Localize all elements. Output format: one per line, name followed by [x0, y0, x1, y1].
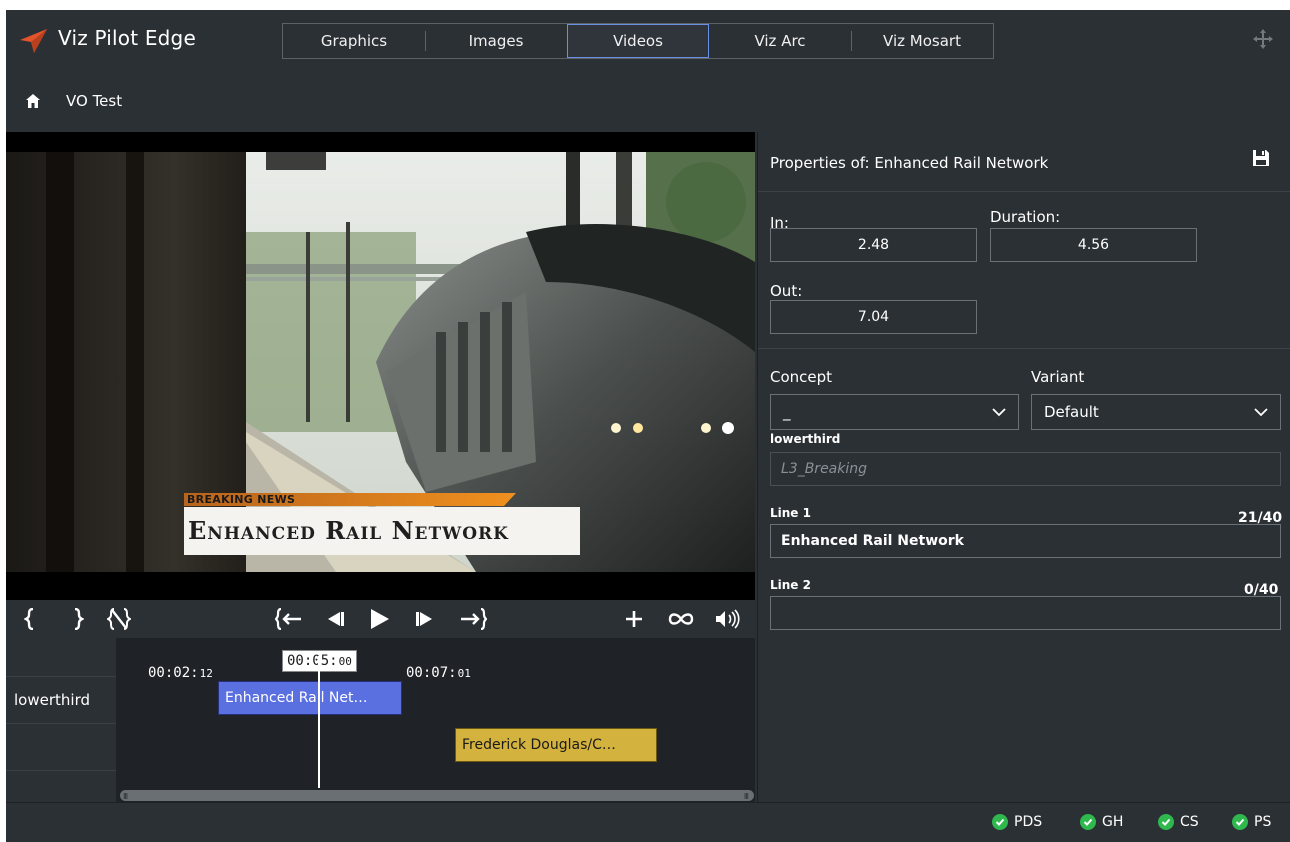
- line2-field[interactable]: [770, 596, 1281, 630]
- status-bar: PDS GH CS PS: [6, 802, 1290, 842]
- app-window: Viz Pilot Edge Graphics Images Videos Vi…: [6, 10, 1290, 842]
- line2-label: Line 2: [770, 578, 811, 592]
- service-cs-label: CS: [1180, 814, 1199, 830]
- check-icon: [1232, 814, 1248, 830]
- play-icon[interactable]: [364, 606, 394, 632]
- check-icon: [1158, 814, 1174, 830]
- track-label-2: [6, 723, 116, 771]
- service-gh-label: GH: [1102, 814, 1124, 830]
- tab-bar: Graphics Images Videos Viz Arc Viz Mosar…: [282, 23, 994, 59]
- service-ps: PS: [1232, 814, 1271, 830]
- tab-viz-mosart[interactable]: Viz Mosart: [851, 24, 993, 58]
- timeline[interactable]: lowerthird 00:02: 12 00:05: 00 00:07: 01 En…: [6, 638, 755, 802]
- in-timecode-time: 00:02:: [148, 665, 199, 681]
- step-back-icon[interactable]: [322, 606, 348, 632]
- variant-select[interactable]: Default: [1031, 394, 1281, 430]
- playhead[interactable]: [318, 656, 320, 792]
- tab-videos[interactable]: Videos: [567, 24, 709, 58]
- out-timecode-frames: 01: [457, 666, 471, 680]
- service-gh: GH: [1080, 814, 1123, 830]
- clip-enhanced-rail-network[interactable]: Enhanced Rail Net…: [218, 681, 402, 715]
- variant-label: Variant: [1031, 368, 1085, 386]
- in-timecode-frames: 12: [199, 666, 213, 680]
- check-icon: [1080, 814, 1096, 830]
- out-field[interactable]: 7.04: [770, 300, 977, 334]
- service-pds: PDS: [992, 814, 1042, 830]
- logo-icon: [20, 29, 47, 53]
- current-timecode-time: 00:05:: [287, 653, 338, 669]
- volume-icon[interactable]: [712, 606, 742, 632]
- app-title: Viz Pilot Edge: [58, 26, 196, 50]
- loop-icon[interactable]: [666, 606, 696, 632]
- line1-label: Line 1: [770, 506, 811, 520]
- chevron-down-icon: [992, 408, 1006, 417]
- tab-graphics[interactable]: Graphics: [283, 24, 425, 58]
- duration-label: Duration:: [990, 208, 1061, 226]
- video-preview[interactable]: BREAKING NEWS Enhanced Rail Network: [6, 132, 755, 600]
- current-timecode-frames: 00: [338, 654, 352, 668]
- duration-field[interactable]: 4.56: [990, 228, 1197, 262]
- track-label-3: [6, 770, 116, 790]
- properties-panel: Properties of: Enhanced Rail Network In:…: [757, 132, 1290, 802]
- timeline-scrollbar[interactable]: III III: [116, 788, 755, 802]
- variant-value: Default: [1044, 403, 1099, 421]
- move-icon[interactable]: [1252, 28, 1274, 50]
- divider: [758, 191, 1290, 192]
- go-to-out-icon[interactable]: [458, 606, 488, 632]
- divider: [758, 348, 1290, 349]
- overlay-kicker: BREAKING NEWS: [187, 493, 296, 506]
- tab-images[interactable]: Images: [425, 24, 567, 58]
- out-timecode: 00:07: 01: [402, 662, 475, 684]
- check-icon: [992, 814, 1008, 830]
- clear-marks-icon[interactable]: [106, 606, 132, 632]
- properties-title: Properties of: Enhanced Rail Network: [770, 154, 1049, 172]
- concept-value: _: [783, 403, 791, 421]
- timeline-scroll-thumb[interactable]: III III: [120, 790, 754, 801]
- grip-left-icon: III: [123, 792, 128, 801]
- overlay-headline: Enhanced Rail Network: [188, 516, 509, 545]
- mark-out-icon[interactable]: [68, 606, 88, 632]
- transport-controls: [6, 600, 755, 638]
- out-timecode-time: 00:07:: [406, 665, 457, 681]
- concept-select[interactable]: _: [770, 394, 1019, 430]
- template-label: lowerthird: [770, 432, 841, 446]
- home-icon[interactable]: [26, 94, 40, 108]
- template-field: L3_Breaking: [770, 452, 1281, 486]
- service-ps-label: PS: [1254, 814, 1272, 830]
- in-field[interactable]: 2.48: [770, 228, 977, 262]
- save-icon[interactable]: [1252, 149, 1270, 167]
- add-icon[interactable]: [622, 606, 646, 632]
- track-label-lowerthird: lowerthird: [6, 676, 116, 724]
- service-cs: CS: [1158, 814, 1199, 830]
- breadcrumb-label[interactable]: VO Test: [66, 92, 122, 110]
- clip-frederick-douglas[interactable]: Frederick Douglas/C…: [455, 728, 657, 762]
- mark-in-icon[interactable]: [20, 606, 40, 632]
- out-label: Out:: [770, 282, 803, 300]
- line1-field[interactable]: Enhanced Rail Network: [770, 524, 1281, 558]
- in-timecode: 00:02: 12: [144, 662, 217, 684]
- top-bar: Viz Pilot Edge Graphics Images Videos Vi…: [6, 10, 1290, 72]
- step-forward-icon[interactable]: [412, 606, 438, 632]
- tab-viz-arc[interactable]: Viz Arc: [709, 24, 851, 58]
- service-pds-label: PDS: [1014, 814, 1043, 830]
- concept-label: Concept: [770, 368, 833, 386]
- track-labels: lowerthird: [6, 638, 116, 802]
- go-to-in-icon[interactable]: [274, 606, 304, 632]
- grip-right-icon: III: [743, 792, 749, 801]
- chevron-down-icon: [1254, 408, 1268, 417]
